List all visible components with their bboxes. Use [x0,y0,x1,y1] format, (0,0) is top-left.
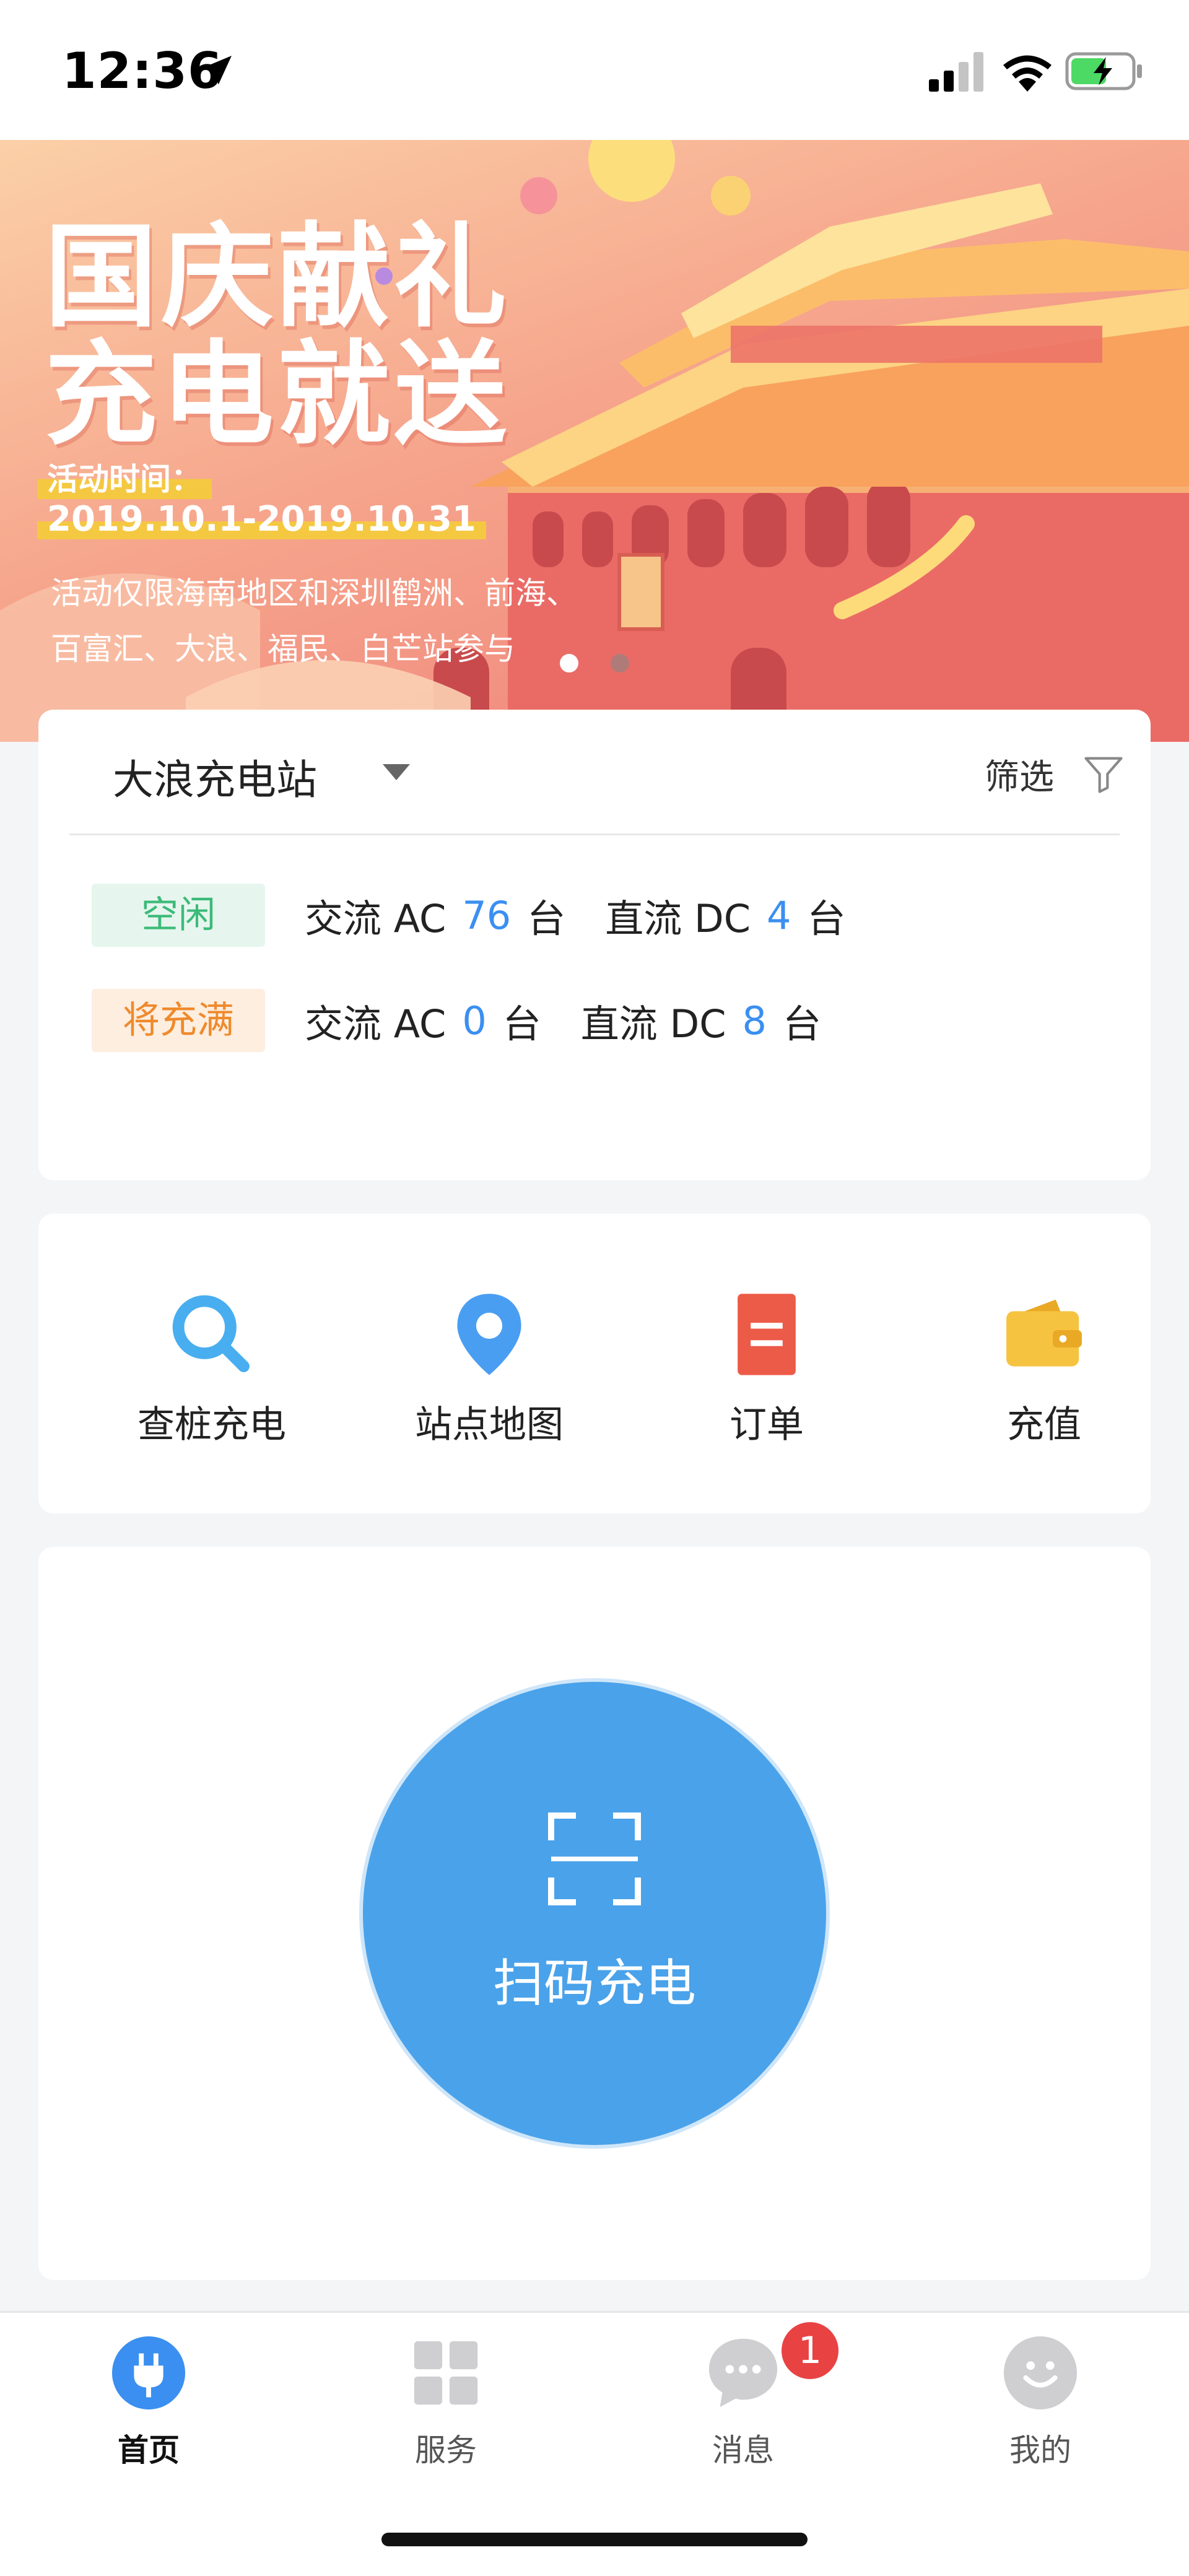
pagination-dot[interactable] [611,654,629,672]
scan-charge-label: 扫码充电 [492,1954,696,2013]
wifi-icon [1003,55,1052,92]
menu-item-orders[interactable]: 订单 [637,1288,897,1448]
tab-label: 我的 [1009,2432,1071,2468]
map-pin-icon [457,1294,521,1375]
promo-banner[interactable]: 国庆献礼 充电就送 活动时间： 2019.10.1-2019.10.31 活动仅… [0,140,1189,742]
chevron-down-icon[interactable] [383,764,410,780]
banner-title-line2: 充电就送 [45,329,510,460]
smile-icon [1003,2336,1078,2410]
dc-label: 直流 DC [580,1001,726,1046]
menu-label: 充值 [1007,1403,1081,1447]
status-bar: 12:36 [0,0,1189,140]
menu-label: 站点地图 [415,1403,564,1447]
tab-services[interactable]: 服务 [353,2334,539,2470]
event-date-range: 2019.10.1-2019.10.31 [37,499,486,539]
plug-icon [111,2336,186,2410]
banner-title-line1: 国庆献礼 [45,211,510,342]
banner-note-line2: 百富汇、大浪、福民、白芒站参与 [51,631,515,667]
tab-label: 服务 [415,2432,477,2468]
scan-icon [548,1812,641,1905]
location-arrow-icon [202,56,232,85]
dc-count: 4 [767,892,791,938]
ac-label: 交流 AC [305,896,446,941]
ac-count: 0 [462,998,487,1043]
ac-count: 76 [462,892,512,938]
tab-label: 首页 [118,2432,180,2468]
menu-item-top-up[interactable]: 充值 [914,1288,1174,1448]
station-card: 大浪充电站 筛选 空闲 交流 AC 76 台 直流 DC 4 台 将充满 交流 … [38,710,1151,1180]
filter-button[interactable]: 筛选 [985,749,1054,799]
menu-item-find-charger[interactable]: 查桩充电 [82,1288,342,1448]
tab-home[interactable]: 首页 [56,2334,242,2470]
message-badge: 1 [782,2322,838,2379]
station-selector[interactable]: 大浪充电站 [113,747,317,806]
menu-label: 订单 [730,1403,804,1447]
ac-label: 交流 AC [305,1001,446,1046]
banner-note-line1: 活动仅限海南地区和深圳鹤洲、前海、 [51,575,577,611]
status-row-idle: 空闲 交流 AC 76 台 直流 DC 4 台 [92,883,885,947]
dc-unit: 台 [783,1001,822,1046]
wallet-icon [1006,1299,1082,1367]
status-tag-almost-full: 将充满 [92,989,265,1052]
ac-unit: 台 [502,1001,541,1046]
filter-icon[interactable] [1080,751,1127,798]
dc-label: 直流 DC [605,896,751,941]
order-icon [738,1294,796,1375]
battery-charging-icon [1065,52,1142,90]
pagination-dot-active[interactable] [560,654,578,672]
quick-menu: 查桩充电 站点地图 订单 充值 [38,1214,1151,1513]
chat-icon [708,2338,778,2408]
menu-item-station-map[interactable]: 站点地图 [359,1288,619,1448]
tab-label: 消息 [712,2432,774,2468]
dc-unit: 台 [807,896,846,941]
scan-card: 扫码充电 [38,1547,1151,2280]
dc-count: 8 [742,998,767,1043]
search-icon [172,1295,250,1372]
divider [69,833,1120,835]
status-tag-idle: 空闲 [92,884,265,947]
scan-charge-button[interactable]: 扫码充电 [359,1678,830,2149]
ac-unit: 台 [527,896,566,941]
status-row-almost-full: 将充满 交流 AC 0 台 直流 DC 8 台 [92,988,861,1053]
menu-label: 查桩充电 [137,1403,286,1447]
cellular-signal-icon [929,52,983,92]
home-indicator[interactable] [381,2533,808,2546]
tab-profile[interactable]: 我的 [947,2334,1133,2470]
grid-icon [414,2341,478,2405]
event-date-label: 活动时间： [37,455,212,499]
